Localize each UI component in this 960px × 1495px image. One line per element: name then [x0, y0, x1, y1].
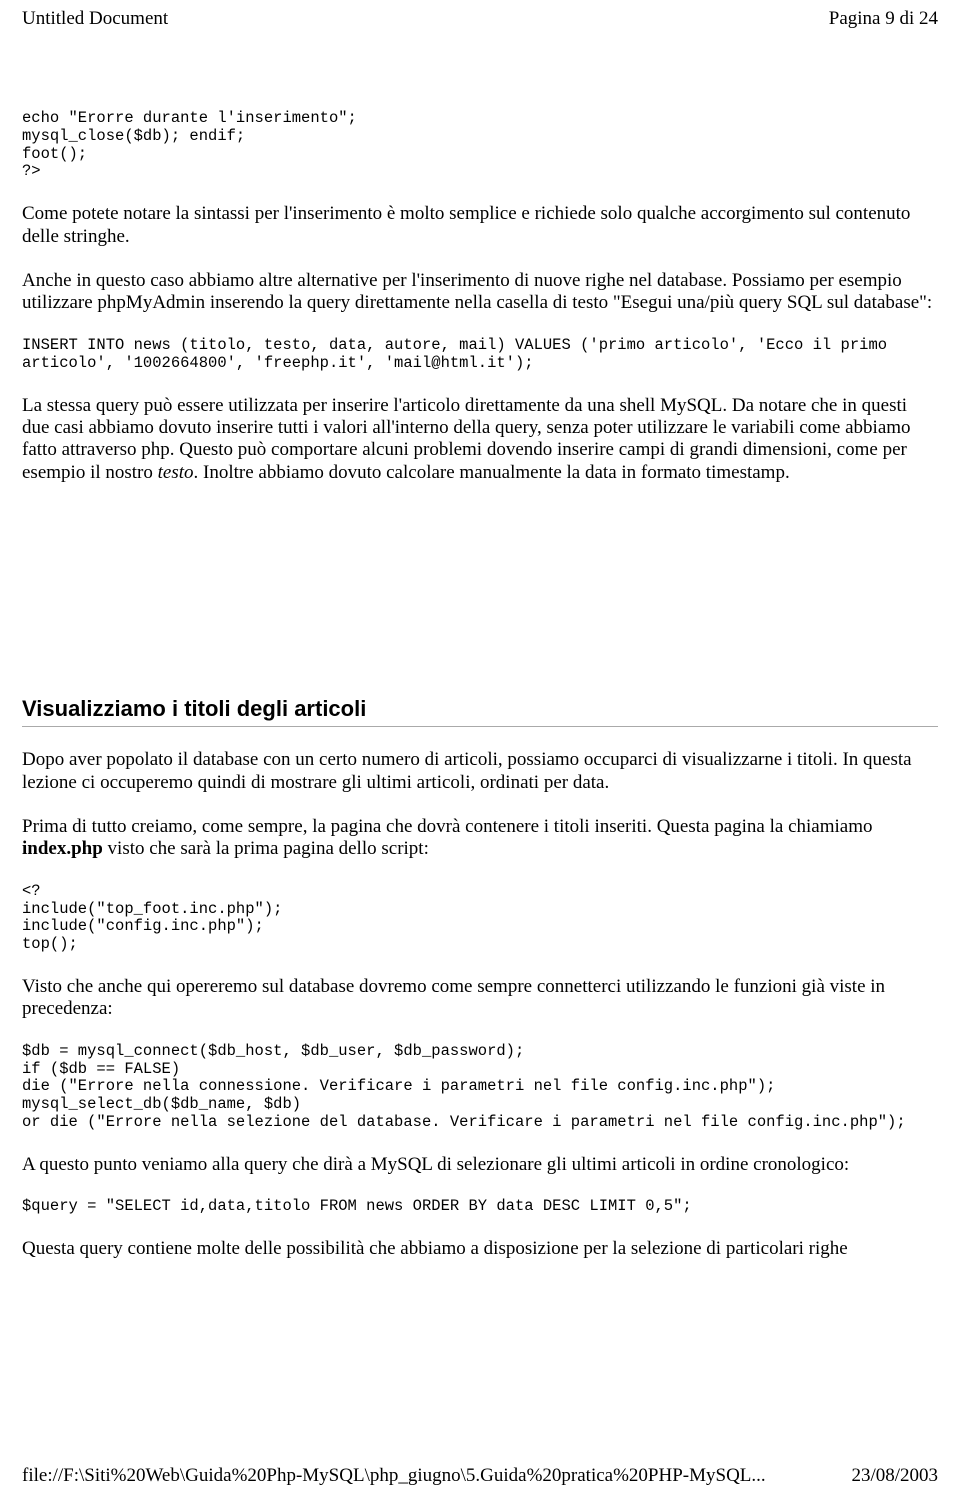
bold-indexphp: index.php: [22, 838, 103, 859]
code-block-2: INSERT INTO news (titolo, testo, data, a…: [22, 337, 938, 373]
code-block-5: $query = "SELECT id,data,titolo FROM new…: [22, 1198, 938, 1216]
paragraph-8: Questa query contiene molte delle possib…: [22, 1238, 938, 1260]
page-footer: file://F:\Siti%20Web\Guida%20Php-MySQL\p…: [22, 1465, 938, 1487]
code-block-4: $db = mysql_connect($db_host, $db_user, …: [22, 1043, 938, 1132]
section-heading: Visualizziamo i titoli degli articoli: [22, 696, 938, 722]
section-rule: [22, 726, 938, 727]
paragraph-6: Visto che anche qui opereremo sul databa…: [22, 976, 938, 1021]
page-indicator: Pagina 9 di 24: [829, 8, 938, 30]
paragraph-3: La stessa query può essere utilizzata pe…: [22, 395, 938, 485]
footer-date: 23/08/2003: [851, 1465, 938, 1487]
paragraph-2: Anche in questo caso abbiamo altre alter…: [22, 270, 938, 315]
code-block-1: echo "Erorre durante l'inserimento"; mys…: [22, 110, 938, 181]
paragraph-1: Come potete notare la sintassi per l'ins…: [22, 203, 938, 248]
paragraph-4: Dopo aver popolato il database con un ce…: [22, 749, 938, 794]
footer-path: file://F:\Siti%20Web\Guida%20Php-MySQL\p…: [22, 1465, 766, 1487]
emphasis-testo: testo: [158, 462, 194, 483]
doc-title: Untitled Document: [22, 8, 168, 30]
code-block-3: <? include("top_foot.inc.php"); include(…: [22, 883, 938, 954]
paragraph-7: A questo punto veniamo alla query che di…: [22, 1154, 938, 1176]
paragraph-5: Prima di tutto creiamo, come sempre, la …: [22, 816, 938, 861]
page-header: Untitled Document Pagina 9 di 24: [22, 8, 938, 30]
